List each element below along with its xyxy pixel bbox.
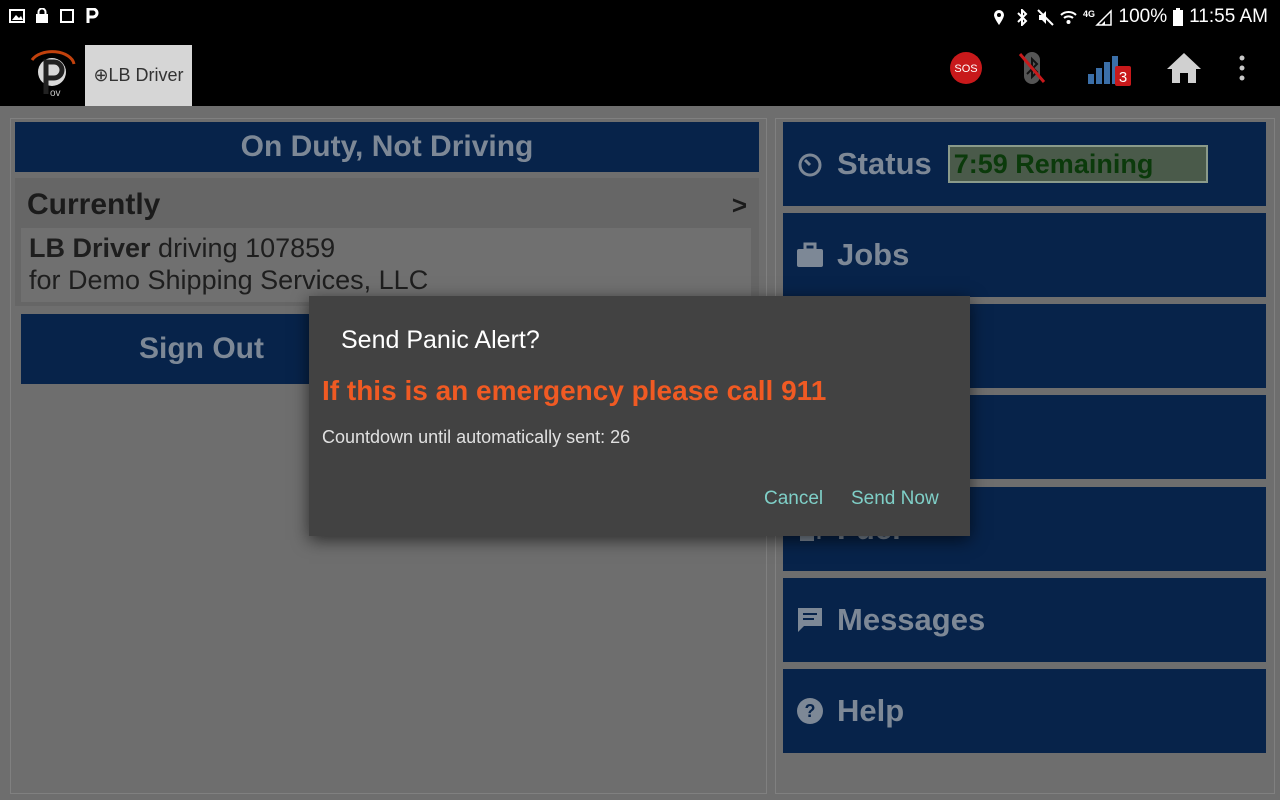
chevron-right-icon: > [731,190,747,220]
timer-icon [795,149,825,179]
sos-icon: SOS [954,63,977,75]
countdown-text: Countdown until automatically sent: 26 [322,427,631,447]
system-status: 4G 100% 11:55 AM [991,6,1268,28]
battery-icon [1173,8,1184,26]
current-assignment: LB Driver driving 107859 for Demo Shippi… [21,228,751,302]
status-bar: 4G 100% 11:55 AM [0,0,1280,34]
panic-alert-dialog: Send Panic Alert? If this is an emergenc… [309,296,970,536]
overflow-menu-button[interactable] [1222,48,1262,88]
image-icon [8,7,25,24]
square-icon [58,7,75,24]
driving-text: driving 107859 [150,233,336,263]
bluetooth-disabled-button[interactable] [1012,48,1052,88]
remaining-time: 7:59 Remaining [947,145,1208,183]
bluetooth-disabled-icon [1018,52,1046,84]
home-icon [1167,53,1201,83]
action-bar: ov ⊕LB Driver SOS 3 [0,34,1280,106]
sos-button[interactable]: SOS [946,48,986,88]
duty-status-text: On Duty, Not Driving [240,130,534,163]
help-label: Help [837,693,905,728]
help-icon: ? [795,696,825,726]
message-icon [795,605,825,635]
logo-text: ov [50,88,61,96]
company-text: for Demo Shipping Services, LLC [29,265,429,295]
app-logo: ov [28,42,76,99]
jobs-label: Jobs [837,237,910,272]
lock-icon [33,7,50,24]
emergency-warning: If this is an emergency please call 911 [322,375,827,406]
svg-text:?: ? [805,701,816,721]
parking-icon [83,7,100,24]
tab-lb-driver[interactable]: ⊕LB Driver [85,45,192,106]
mute-icon [1036,8,1054,26]
clock: 11:55 AM [1189,6,1268,27]
signal-badge: 3 [1119,69,1127,86]
location-icon [991,9,1008,26]
notification-icons [8,7,100,24]
status-button[interactable]: Status 7:59 Remaining [783,122,1266,206]
svg-text:4G: 4G [1083,9,1095,19]
home-button[interactable] [1164,48,1204,88]
currently-section[interactable]: Currently > LB Driver driving 107859 for… [15,178,759,306]
battery-percent: 100% [1118,6,1168,27]
status-label: Status [837,146,932,181]
jobs-button[interactable]: Jobs [783,213,1266,297]
sign-out-label: Sign Out [139,332,264,365]
messages-button[interactable]: Messages [783,578,1266,662]
bluetooth-icon [1014,8,1031,26]
currently-title: Currently [27,188,161,221]
signal-bars-icon: 3 [1088,56,1131,86]
signal-button[interactable]: 3 [1086,48,1136,88]
send-now-button[interactable]: Send Now [851,488,939,510]
messages-label: Messages [837,602,986,637]
driver-name: LB Driver [29,233,151,263]
dialog-title: Send Panic Alert? [341,326,540,354]
cancel-button[interactable]: Cancel [764,488,823,510]
wifi-icon [1059,9,1077,26]
overflow-menu-icon [1239,55,1245,81]
tab-label: ⊕LB Driver [93,65,184,85]
4g-signal-icon: 4G [1083,9,1113,26]
briefcase-icon [795,240,825,270]
help-button[interactable]: ? Help [783,669,1266,753]
duty-status-bar[interactable]: On Duty, Not Driving [15,122,759,172]
